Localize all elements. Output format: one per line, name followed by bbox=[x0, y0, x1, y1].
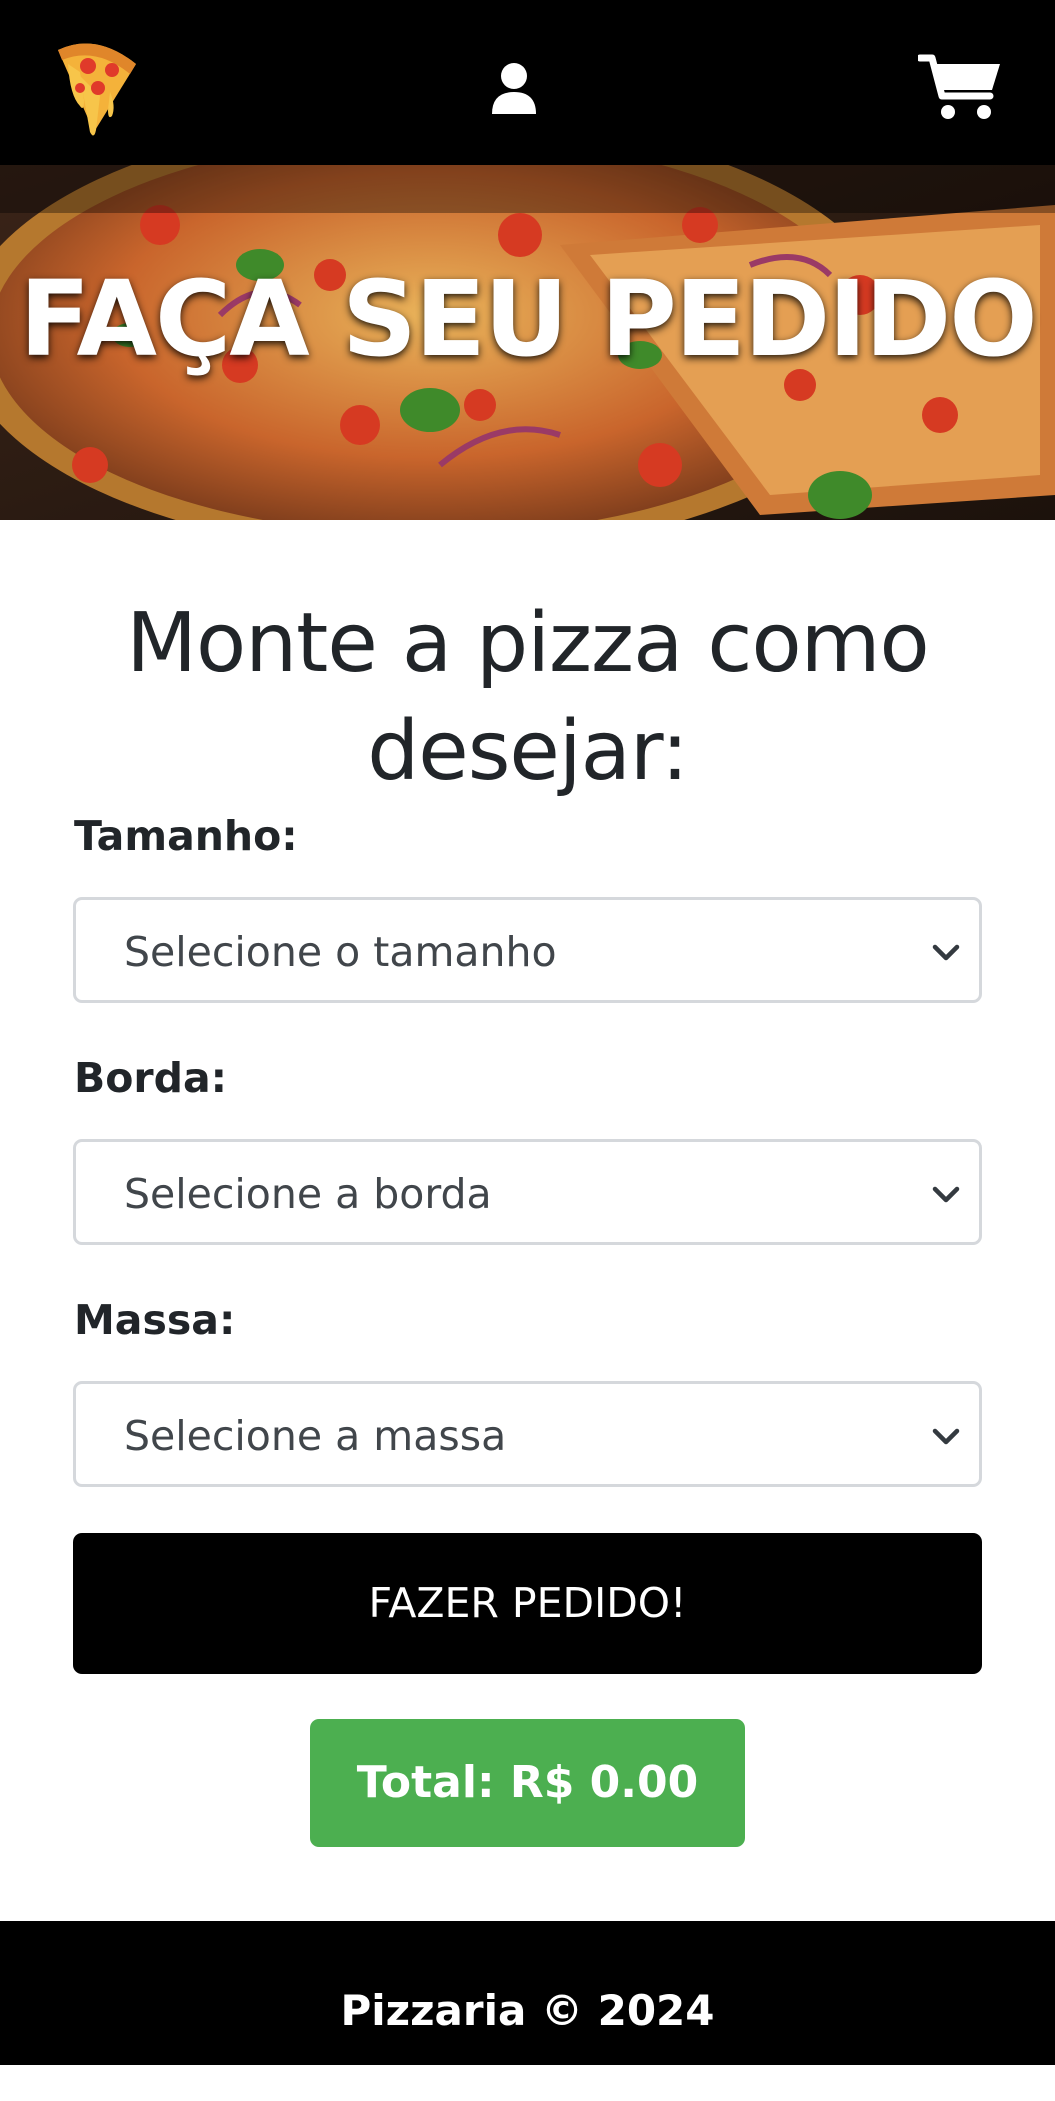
crust-select-value: Selecione a borda bbox=[124, 1170, 492, 1218]
size-label: Tamanho: bbox=[74, 812, 298, 860]
total-badge: Total: R$ 0.00 bbox=[310, 1719, 745, 1847]
size-select[interactable]: Selecione o tamanho bbox=[73, 897, 982, 1003]
hero-banner: FAÇA SEU PEDIDO bbox=[0, 165, 1055, 520]
top-navbar bbox=[0, 0, 1055, 165]
footer: Pizzaria © 2024 bbox=[0, 1921, 1055, 2065]
submit-order-button[interactable]: FAZER PEDIDO! bbox=[73, 1533, 982, 1674]
user-icon[interactable] bbox=[490, 62, 538, 114]
crust-label: Borda: bbox=[74, 1054, 228, 1102]
crust-select[interactable]: Selecione a borda bbox=[73, 1139, 982, 1245]
pizza-slice-icon[interactable] bbox=[50, 36, 142, 140]
dough-select[interactable]: Selecione a massa bbox=[73, 1381, 982, 1487]
dough-label: Massa: bbox=[74, 1296, 236, 1344]
hero-title: FAÇA SEU PEDIDO bbox=[19, 258, 1037, 380]
chevron-down-icon bbox=[932, 944, 960, 961]
dough-select-value: Selecione a massa bbox=[124, 1412, 507, 1460]
footer-text: Pizzaria © 2024 bbox=[340, 1986, 715, 2035]
chevron-down-icon bbox=[932, 1186, 960, 1203]
page-heading: Monte a pizza como desejar: bbox=[126, 596, 929, 799]
chevron-down-icon bbox=[932, 1428, 960, 1445]
shopping-cart-icon[interactable] bbox=[916, 52, 1002, 124]
size-select-value: Selecione o tamanho bbox=[124, 928, 557, 976]
